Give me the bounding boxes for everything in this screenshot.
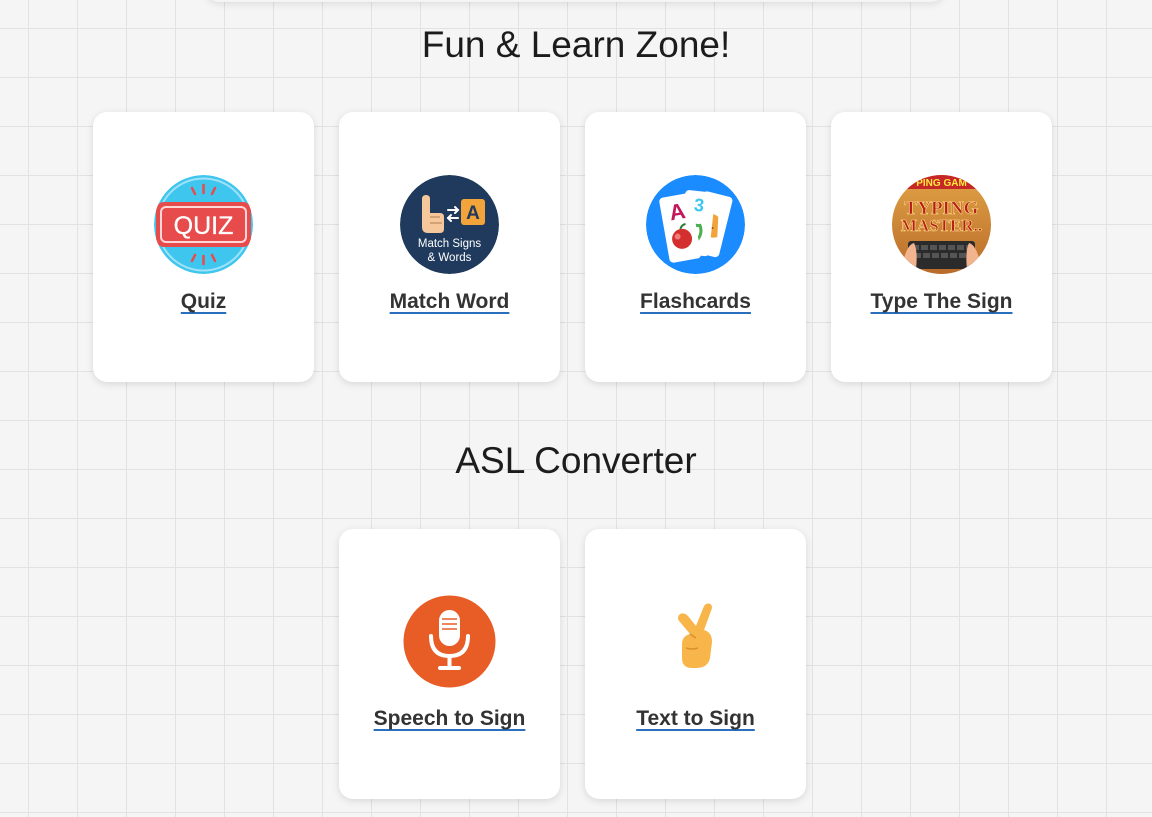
quiz-icon: QUIZ — [154, 175, 253, 274]
svg-text:3: 3 — [693, 195, 705, 216]
type-the-sign-card[interactable]: PING GAM TYPING MASTER.. Type The Sign — [831, 112, 1052, 382]
match-signs-words-icon: A Match Signs & Words — [400, 175, 499, 274]
typing-icon-text-2: MASTER.. — [901, 216, 982, 235]
match-icon-text-1: Match Signs — [418, 238, 482, 250]
flashcards-card[interactable]: 3 A Flashcards — [585, 112, 806, 382]
match-word-card[interactable]: A Match Signs & Words Match Word — [339, 112, 560, 382]
top-panel-edge — [205, 0, 945, 2]
text-to-sign-card[interactable]: Text to Sign — [585, 529, 806, 799]
pointing-hand-icon — [646, 592, 745, 691]
quiz-link[interactable]: Quiz — [93, 290, 314, 314]
match-word-link[interactable]: Match Word — [339, 290, 560, 314]
match-icon-text-2: & Words — [428, 252, 472, 264]
asl-converter-title: ASL Converter — [455, 440, 697, 481]
flashcards-icon: 3 A — [646, 175, 745, 274]
typing-master-icon: PING GAM TYPING MASTER.. — [892, 175, 991, 274]
quiz-icon-text: QUIZ — [174, 212, 234, 240]
flashcards-link[interactable]: Flashcards — [585, 290, 806, 314]
match-icon-letter: A — [466, 203, 480, 224]
speech-to-sign-card[interactable]: Speech to Sign — [339, 529, 560, 799]
fun-learn-zone-title: Fun & Learn Zone! — [421, 24, 731, 65]
type-the-sign-link[interactable]: Type The Sign — [831, 290, 1052, 314]
speech-to-sign-link[interactable]: Speech to Sign — [339, 707, 560, 731]
text-to-sign-link[interactable]: Text to Sign — [585, 707, 806, 731]
quiz-card[interactable]: QUIZ Quiz — [93, 112, 314, 382]
microphone-icon — [400, 592, 499, 691]
typing-icon-banner: PING GAM — [916, 178, 967, 189]
